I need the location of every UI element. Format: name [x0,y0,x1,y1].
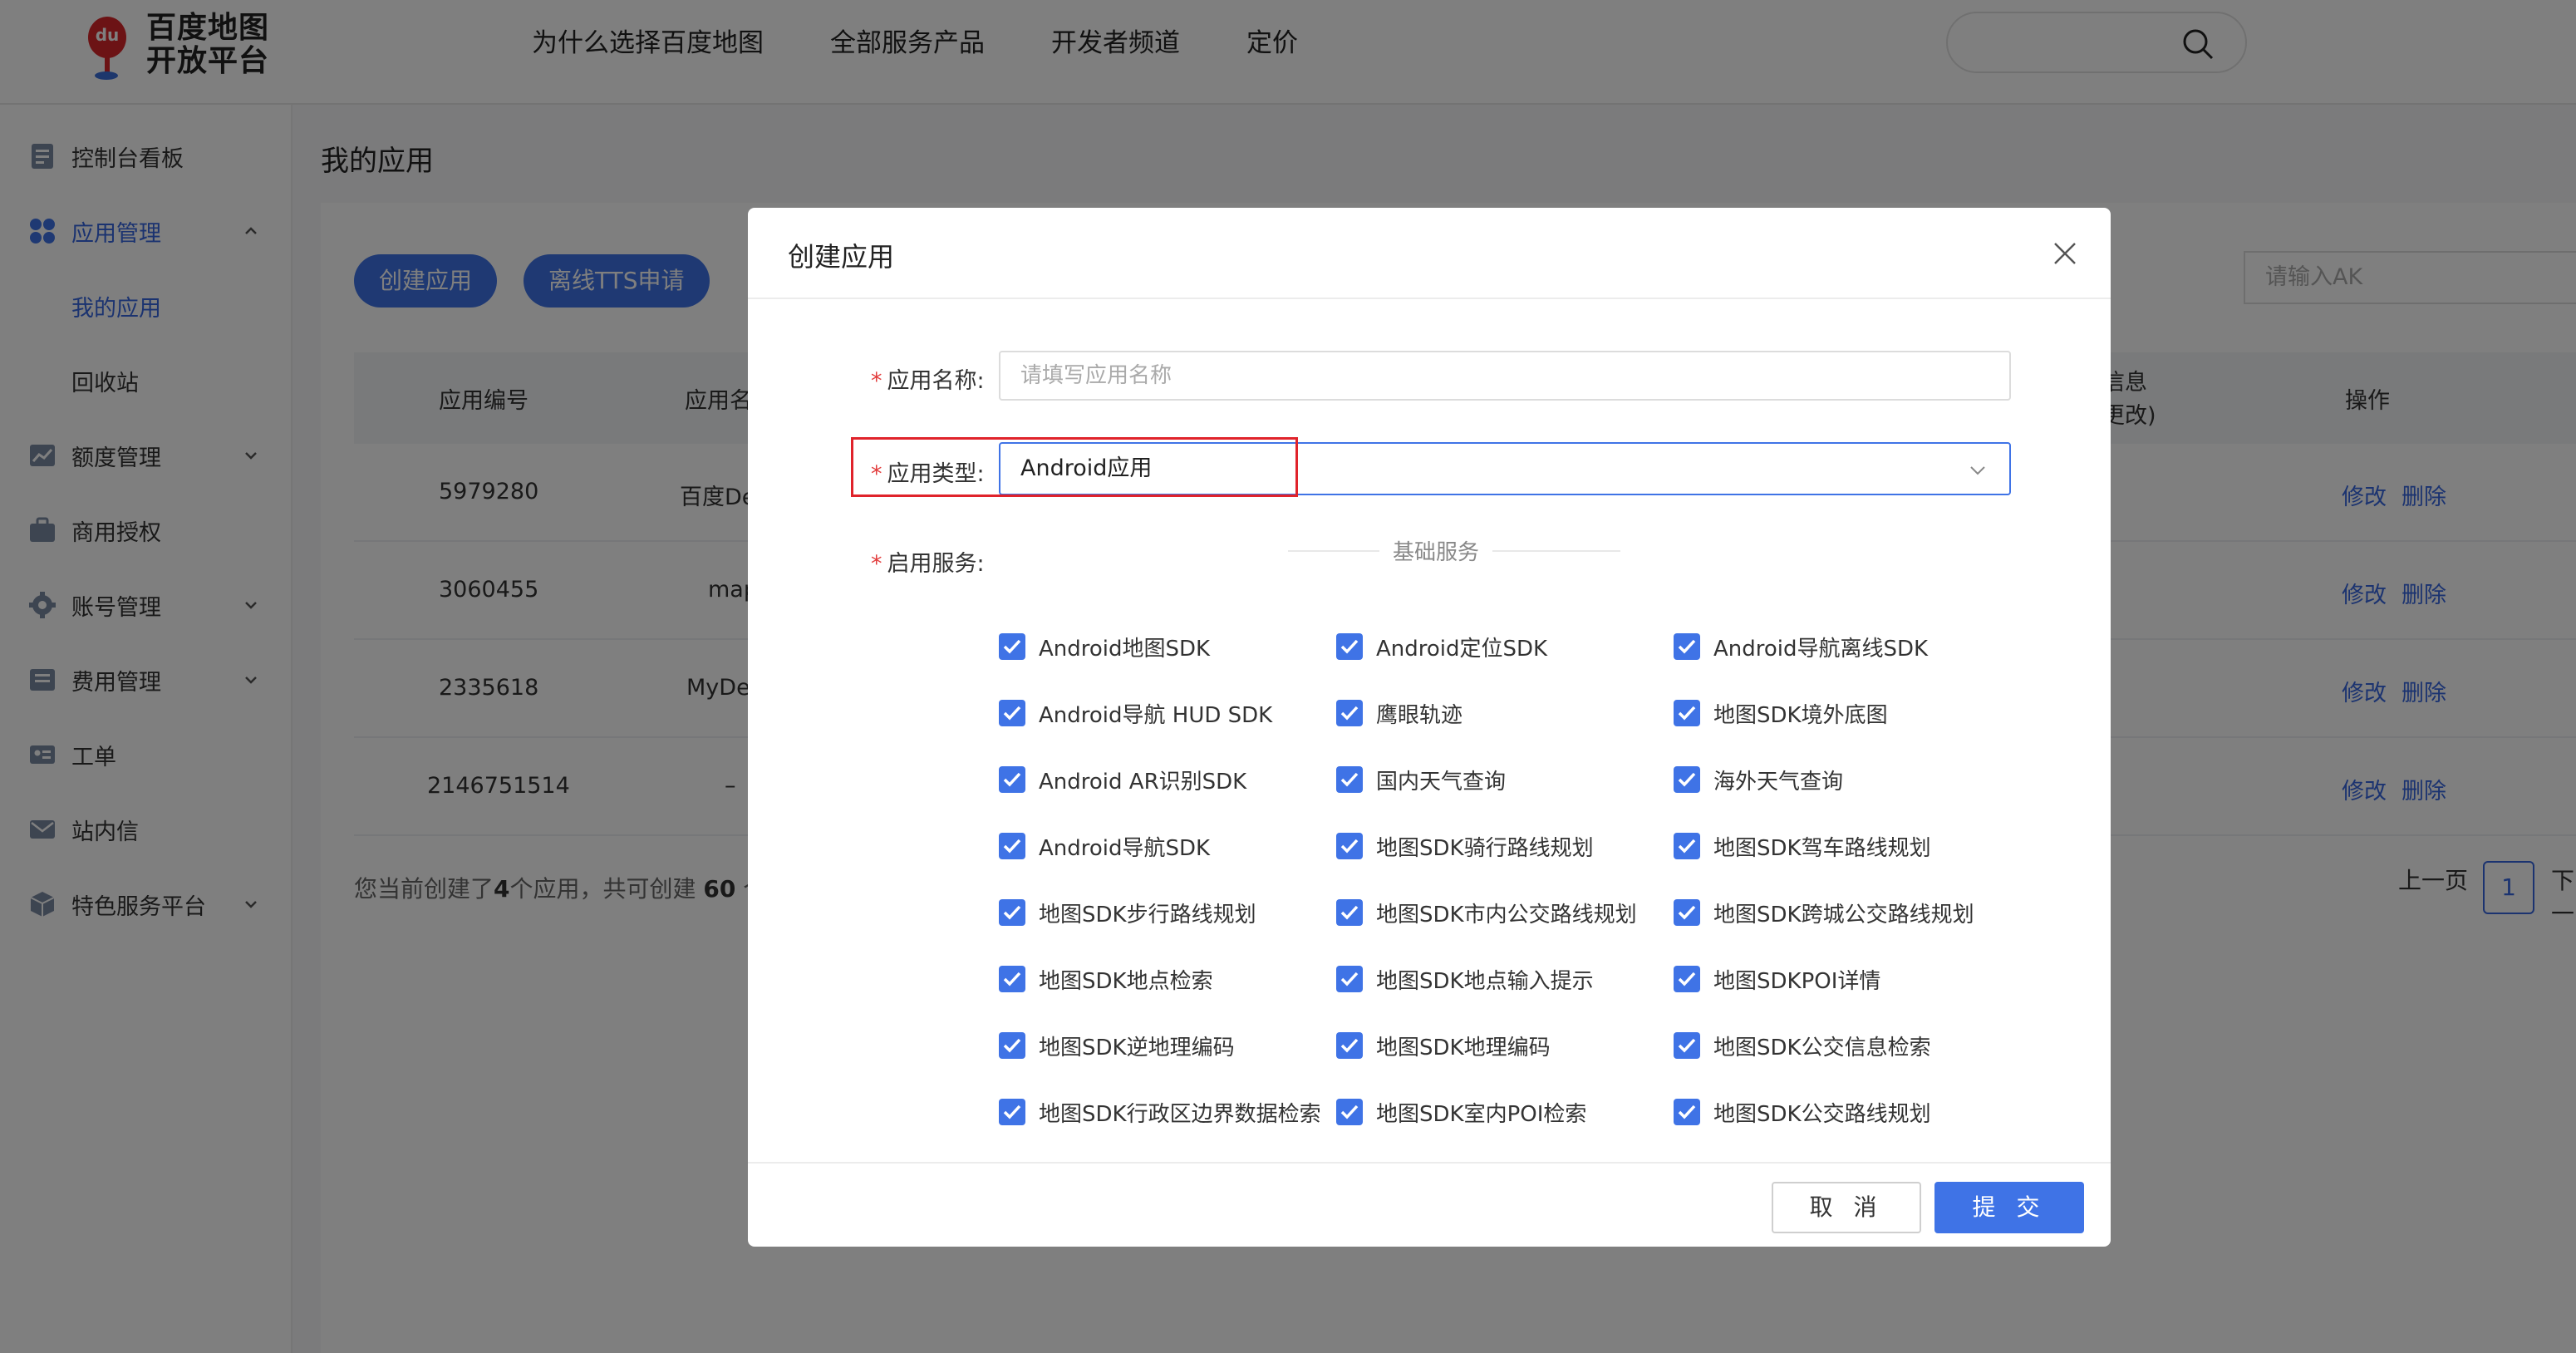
checkbox-checked-icon[interactable] [1674,700,1700,726]
service-checkbox-item[interactable]: 地图SDK室内POI检索 [1336,1095,1586,1129]
checkbox-checked-icon[interactable] [999,899,1025,926]
service-checkbox-item[interactable]: 地图SDK驾车路线规划 [1674,829,1931,863]
checkbox-checked-icon[interactable] [1674,766,1700,793]
checkbox-checked-icon[interactable] [999,700,1025,726]
label-text: 启用服务: [887,551,985,577]
service-checkbox-item[interactable]: Android导航 HUD SDK [999,696,1272,730]
service-label: 地图SDK公交路线规划 [1713,1101,1931,1127]
service-checkbox-item[interactable]: Android定位SDK [1336,630,1547,663]
service-checkbox-item[interactable]: Android地图SDK [999,630,1210,663]
service-checkbox-item[interactable]: 地图SDK市内公交路线规划 [1336,896,1637,929]
services-label: * 启用服务: [871,545,985,578]
checkbox-checked-icon[interactable] [1336,833,1363,859]
checkbox-checked-icon[interactable] [1674,899,1700,926]
service-label: 地图SDK地点输入提示 [1376,968,1594,994]
checkbox-checked-icon[interactable] [999,833,1025,859]
service-label: 鹰眼轨迹 [1376,702,1463,728]
cancel-button[interactable]: 取 消 [1772,1182,1921,1233]
service-label: Android AR识别SDK [1039,769,1247,795]
checkbox-checked-icon[interactable] [999,966,1025,992]
service-checkbox-item[interactable]: 国内天气查询 [1336,763,1506,796]
checkbox-checked-icon[interactable] [999,633,1025,660]
checkbox-checked-icon[interactable] [1674,1099,1700,1125]
service-label: Android导航SDK [1039,835,1211,861]
checkbox-checked-icon[interactable] [1674,833,1700,859]
service-checkbox-item[interactable]: Android AR识别SDK [999,763,1246,796]
checkbox-checked-icon[interactable] [1336,1099,1363,1125]
checkbox-checked-icon[interactable] [999,1032,1025,1059]
checkbox-checked-icon[interactable] [1336,766,1363,793]
checkbox-checked-icon[interactable] [999,1099,1025,1125]
service-checkbox-item[interactable]: 地图SDK公交信息检索 [1674,1029,1931,1062]
service-label: 地图SDK逆地理编码 [1039,1035,1235,1060]
service-label: Android地图SDK [1039,636,1211,662]
service-checkbox-item[interactable]: 地图SDKPOI详情 [1674,962,1880,996]
service-label: 地图SDK驾车路线规划 [1713,835,1931,861]
service-checkbox-item[interactable]: 地图SDK跨城公交路线规划 [1674,896,1974,929]
service-label: 地图SDK公交信息检索 [1713,1035,1931,1060]
checkbox-checked-icon[interactable] [1674,966,1700,992]
service-label: 地图SDK行政区边界数据检索 [1039,1101,1321,1127]
service-label: Android导航 HUD SDK [1039,702,1273,728]
service-label: 地图SDK地理编码 [1376,1035,1551,1060]
annotation-highlight-box [851,437,1298,497]
checkbox-checked-icon[interactable] [1674,1032,1700,1059]
checkbox-checked-icon[interactable] [999,766,1025,793]
service-checkbox-item[interactable]: Android导航离线SDK [1674,630,1928,663]
service-checkbox-item[interactable]: Android导航SDK [999,829,1210,863]
service-label: 地图SDK市内公交路线规划 [1376,902,1637,927]
service-checkbox-item[interactable]: 鹰眼轨迹 [1336,696,1463,730]
service-label: Android定位SDK [1376,636,1548,662]
service-checkbox-grid: Android地图SDK Android定位SDK Android导航离线SDK An… [999,630,2046,1129]
dialog-header: 创建应用 [748,208,2111,299]
submit-button[interactable]: 提 交 [1934,1182,2084,1233]
checkbox-checked-icon[interactable] [1336,1032,1363,1059]
app-name-label: * 应用名称: [871,362,985,395]
service-checkbox-item[interactable]: 地图SDK地点检索 [999,962,1213,996]
label-text: 应用名称: [887,368,985,394]
checkbox-checked-icon[interactable] [1336,633,1363,660]
service-checkbox-item[interactable]: 地图SDK地点输入提示 [1336,962,1594,996]
service-label: 地图SDK跨城公交路线规划 [1713,902,1974,927]
service-label: Android导航离线SDK [1713,636,1929,662]
dialog-title: 创建应用 [788,241,895,273]
service-label: 海外天气查询 [1713,769,1844,795]
service-checkbox-item[interactable]: 地图SDK逆地理编码 [999,1029,1235,1062]
service-checkbox-item[interactable]: 地图SDK境外底图 [1674,696,1888,730]
section-title: 基础服务 [1379,535,1493,566]
service-label: 国内天气查询 [1376,769,1507,795]
service-label: 地图SDK地点检索 [1039,968,1213,994]
service-checkbox-item[interactable]: 海外天气查询 [1674,763,1843,796]
service-checkbox-item[interactable]: 地图SDK骑行路线规划 [1336,829,1594,863]
create-app-dialog: 创建应用 * 应用名称: 请填写应用名称 * 应用类型: Android应用 * 启用… [748,208,2111,1247]
app-name-input[interactable]: 请填写应用名称 [999,351,2011,401]
checkbox-checked-icon[interactable] [1674,633,1700,660]
chevron-down-icon [1970,466,1985,475]
service-label: 地图SDK步行路线规划 [1039,902,1256,927]
checkbox-checked-icon[interactable] [1336,899,1363,926]
checkbox-checked-icon[interactable] [1336,700,1363,726]
service-label: 地图SDKPOI详情 [1713,968,1881,994]
service-label: 地图SDK室内POI检索 [1376,1101,1587,1127]
service-label: 地图SDK境外底图 [1713,702,1888,728]
required-mark: * [871,551,882,577]
required-mark: * [871,368,882,394]
service-checkbox-item[interactable]: 地图SDK地理编码 [1336,1029,1551,1062]
checkbox-checked-icon[interactable] [1336,966,1363,992]
service-checkbox-item[interactable]: 地图SDK行政区边界数据检索 [999,1095,1321,1129]
close-icon[interactable] [2051,239,2079,268]
service-label: 地图SDK骑行路线规划 [1376,835,1594,861]
service-checkbox-item[interactable]: 地图SDK步行路线规划 [999,896,1256,929]
service-checkbox-item[interactable]: 地图SDK公交路线规划 [1674,1095,1931,1129]
